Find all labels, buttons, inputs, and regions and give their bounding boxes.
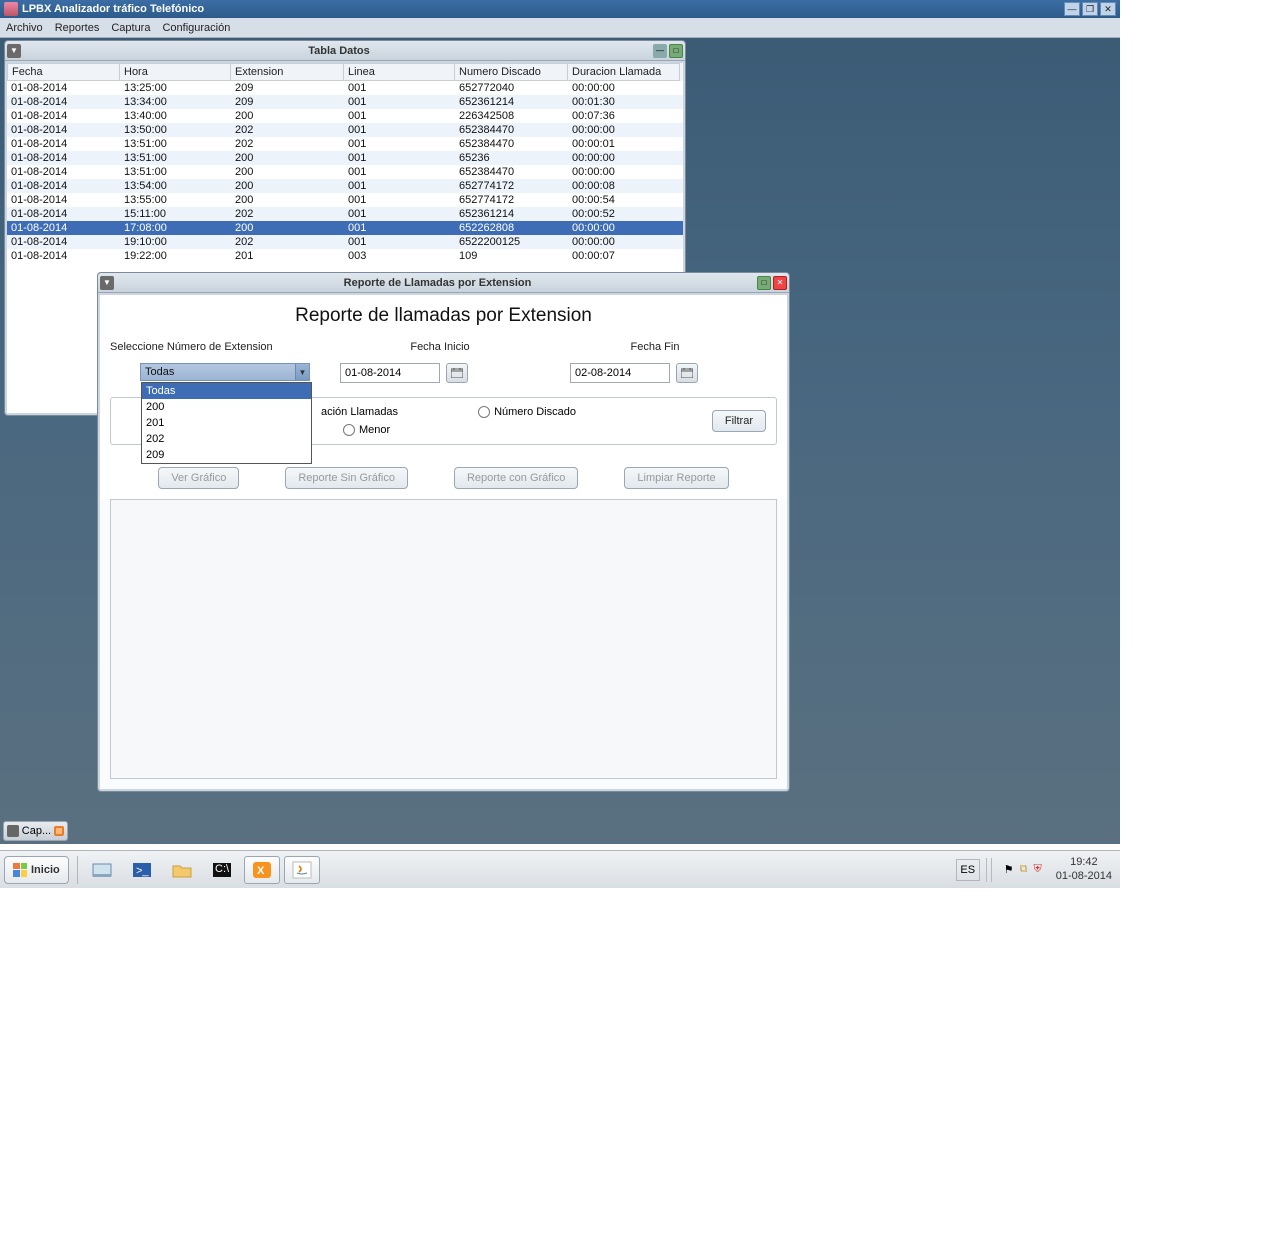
svg-text:X: X [257, 865, 265, 877]
language-indicator[interactable]: ES [956, 859, 980, 881]
svg-text:>_: >_ [136, 865, 149, 877]
tray-device-icon[interactable]: ⧉ [1020, 863, 1028, 876]
table-header: Fecha Hora Extension Linea Numero Discad… [7, 63, 683, 81]
label-fecha-inicio: Fecha Inicio [340, 341, 540, 357]
table-row[interactable]: 01-08-201413:51:0020000165238447000:00:0… [7, 165, 683, 179]
main-titlebar[interactable]: LPBX Analizador tráfico Telefónico — ❐ ✕ [0, 0, 1120, 18]
extension-combo[interactable]: Todas ▼ Todas200201202209 [140, 363, 310, 381]
frame-minimize-button[interactable]: — [653, 44, 667, 58]
windows-logo-icon [13, 863, 27, 877]
col-numero[interactable]: Numero Discado [455, 63, 568, 81]
task-folder-icon[interactable] [164, 856, 200, 884]
table-row[interactable]: 01-08-201415:11:0020200165236121400:00:5… [7, 207, 683, 221]
frame-menu-icon[interactable]: ▼ [7, 44, 21, 58]
menu-captura[interactable]: Captura [111, 22, 150, 34]
ver-grafico-button[interactable]: Ver Gráfico [158, 467, 239, 489]
chevron-down-icon: ▼ [295, 364, 309, 380]
label-extension: Seleccione Número de Extension [110, 341, 340, 357]
table-frame-title: Tabla Datos [25, 45, 653, 57]
calendar-icon [681, 368, 693, 378]
table-row[interactable]: 01-08-201413:25:0020900165277204000:00:0… [7, 81, 683, 95]
start-button[interactable]: Inicio [4, 856, 69, 884]
reporte-con-grafico-button[interactable]: Reporte con Gráfico [454, 467, 578, 489]
table-row[interactable]: 01-08-201413:51:0020200165238447000:00:0… [7, 137, 683, 151]
combo-selected-text: Todas [141, 366, 295, 378]
panel-icon [7, 825, 19, 837]
close-button[interactable]: ✕ [1100, 2, 1116, 16]
app-title: LPBX Analizador tráfico Telefónico [22, 3, 1064, 15]
task-xampp-icon[interactable]: X [244, 856, 280, 884]
col-linea[interactable]: Linea [344, 63, 455, 81]
col-extension[interactable]: Extension [231, 63, 344, 81]
table-row[interactable]: 01-08-201417:08:0020000165226280800:00:0… [7, 221, 683, 235]
report-frame-title: Reporte de Llamadas por Extension [118, 277, 757, 289]
tray-flag-icon[interactable]: ⚑ [1004, 863, 1014, 876]
table-row[interactable]: 01-08-201419:22:0020100310900:00:07 [7, 249, 683, 263]
menu-configuracion[interactable]: Configuración [162, 22, 230, 34]
date-start-input[interactable] [340, 363, 440, 383]
reporte-sin-grafico-button[interactable]: Reporte Sin Gráfico [285, 467, 408, 489]
date-end-picker-button[interactable] [676, 363, 698, 383]
table-row[interactable]: 01-08-201413:50:0020200165238447000:00:0… [7, 123, 683, 137]
date-start-picker-button[interactable] [446, 363, 468, 383]
radio-menor[interactable] [343, 424, 355, 436]
table-row[interactable]: 01-08-201419:10:00202001652220012500:00:… [7, 235, 683, 249]
combo-option[interactable]: 202 [142, 431, 311, 447]
maximize-button[interactable]: ❐ [1082, 2, 1098, 16]
radio-duracion[interactable]: ación Llamadas [321, 406, 398, 418]
combo-option[interactable]: 201 [142, 415, 311, 431]
label-fecha-fin: Fecha Fin [570, 341, 740, 357]
table-row[interactable]: 01-08-201413:40:0020000122634250800:07:3… [7, 109, 683, 123]
frame-close-button[interactable]: ✕ [773, 276, 787, 290]
col-duracion[interactable]: Duracion Llamada [568, 63, 680, 81]
table-row[interactable]: 01-08-201413:34:0020900165236121400:01:3… [7, 95, 683, 109]
frame-maximize-button[interactable]: □ [669, 44, 683, 58]
menu-reportes[interactable]: Reportes [55, 22, 100, 34]
combo-option[interactable]: Todas [142, 383, 311, 399]
frame-maximize-button[interactable]: □ [757, 276, 771, 290]
task-java-icon[interactable] [284, 856, 320, 884]
java-icon [4, 2, 18, 16]
table-row[interactable]: 01-08-201413:51:002000016523600:00:00 [7, 151, 683, 165]
col-hora[interactable]: Hora [120, 63, 231, 81]
combo-dropdown-list[interactable]: Todas200201202209 [141, 382, 312, 464]
radio-numero[interactable] [478, 406, 490, 418]
filtrar-button[interactable]: Filtrar [712, 410, 766, 432]
clock[interactable]: 19:42 01-08-2014 [1048, 856, 1120, 882]
calendar-icon [451, 368, 463, 378]
menu-archivo[interactable]: Archivo [6, 22, 43, 34]
combo-option[interactable]: 200 [142, 399, 311, 415]
table-row[interactable]: 01-08-201413:55:0020000165277417200:00:5… [7, 193, 683, 207]
taskbar: Inicio >_ C:\ X ES ⚑ ⧉ ⛨ 19:42 01-08-201… [0, 850, 1120, 888]
col-fecha[interactable]: Fecha [7, 63, 120, 81]
report-output-area [110, 499, 777, 779]
tray-handle[interactable] [986, 858, 992, 882]
table-row[interactable]: 01-08-201413:54:0020000165277417200:00:0… [7, 179, 683, 193]
date-end-input[interactable] [570, 363, 670, 383]
svg-text:C:\: C:\ [215, 863, 230, 875]
limpiar-reporte-button[interactable]: Limpiar Reporte [624, 467, 728, 489]
task-cmd-icon[interactable]: C:\ [204, 856, 240, 884]
report-frame: ▼ Reporte de Llamadas por Extension □ ✕ … [97, 272, 790, 792]
minimized-panel[interactable]: Cap... [3, 821, 68, 841]
report-header: Reporte de llamadas por Extension [100, 295, 787, 341]
minimize-button[interactable]: — [1064, 2, 1080, 16]
panel-restore-icon [54, 826, 64, 836]
menubar: Archivo Reportes Captura Configuración [0, 18, 1120, 38]
table-body[interactable]: 01-08-201413:25:0020900165277204000:00:0… [7, 81, 683, 263]
task-explorer-icon[interactable] [84, 856, 120, 884]
combo-option[interactable]: 209 [142, 447, 311, 463]
task-powershell-icon[interactable]: >_ [124, 856, 160, 884]
frame-menu-icon[interactable]: ▼ [100, 276, 114, 290]
tray-shield-icon[interactable]: ⛨ [1033, 863, 1041, 876]
